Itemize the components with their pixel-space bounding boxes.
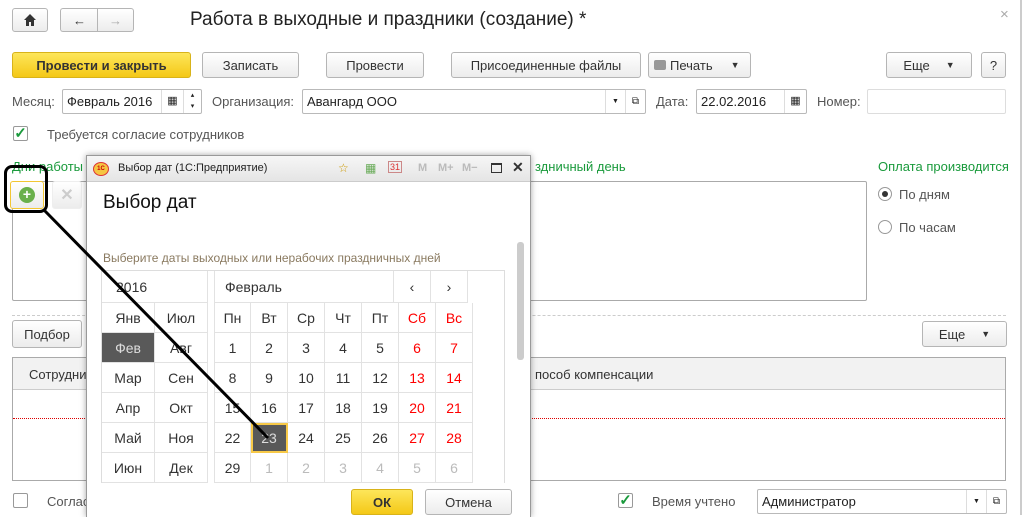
annotation-arrow — [42, 208, 270, 440]
